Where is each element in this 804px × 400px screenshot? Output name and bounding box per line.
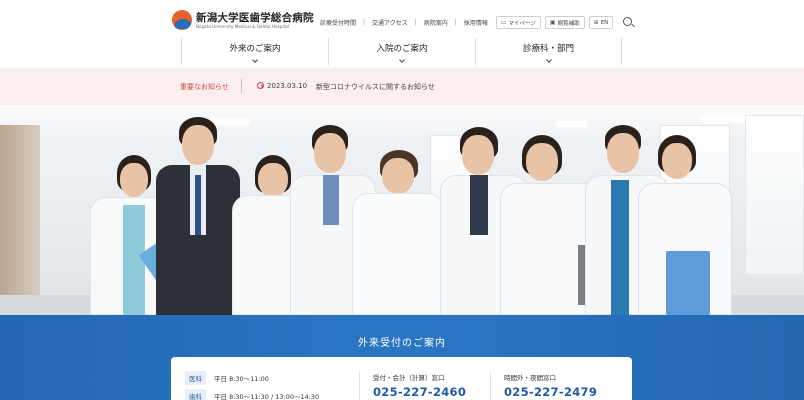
important-notice-bar: 重要なお知らせ 2023.03.10 新型コロナウイルスに関するお知らせ xyxy=(0,68,804,105)
util-link-recruit[interactable]: 採用情報 xyxy=(464,18,488,27)
logo-subtitle: Niigata University Medical & Dental Hosp… xyxy=(196,23,290,29)
night-tel[interactable]: 025-227-2479 xyxy=(504,385,597,399)
notice-divider xyxy=(241,79,242,93)
reception-label: 受付・会計（計算）窓口 xyxy=(373,374,445,382)
gnav-inpatient[interactable]: 入院のご案内 xyxy=(328,38,475,65)
section-title: 外来受付のご案内 xyxy=(358,338,446,349)
monitor-icon: ▣ xyxy=(549,19,556,26)
hospital-logo[interactable]: 新潟大学医歯学総合病院 Niigata University Medical &… xyxy=(172,10,314,30)
util-link-guide[interactable]: 病院案内 xyxy=(424,18,448,27)
gnav-label: 診療科・部門 xyxy=(522,44,574,54)
viewing-support-button[interactable]: ▣ 閲覧補助 xyxy=(544,16,585,29)
night-label: 時間外・夜間窓口 xyxy=(504,374,556,382)
language-label: EN xyxy=(600,19,609,26)
mypage-button[interactable]: ▭ マイページ xyxy=(495,16,541,29)
outpatient-reception-section: 外来受付のご案内 医科 平日 8:30～11:00 歯科 平日 8:30～11:… xyxy=(0,315,804,400)
ceiling-light xyxy=(700,115,750,121)
chevron-down-icon xyxy=(252,57,258,63)
gnav-outpatient[interactable]: 外来のご案内 xyxy=(181,38,328,65)
globe-icon: ⊕ xyxy=(593,19,599,26)
arrow-circle-icon xyxy=(257,82,264,89)
search-icon[interactable] xyxy=(623,17,632,26)
gnav-departments[interactable]: 診療科・部門 xyxy=(475,38,622,65)
staff-figure xyxy=(152,117,242,315)
card-divider xyxy=(359,371,360,400)
reception-card: 医科 平日 8:30～11:00 歯科 平日 8:30～11:30 / 13:0… xyxy=(171,357,632,400)
staff-figure xyxy=(350,150,446,315)
staff-figure xyxy=(638,135,734,315)
utility-nav: 診療受付時間 | 交通アクセス | 病院案内 | 採用情報 ▭ マイページ ▣ … xyxy=(320,16,614,29)
hero-photo xyxy=(0,105,804,315)
hours-medical: 平日 8:30～11:00 xyxy=(214,375,269,383)
reception-tel[interactable]: 025-227-2460 xyxy=(373,385,466,399)
util-separator: | xyxy=(363,19,366,26)
logo-mark-icon xyxy=(172,10,192,30)
gnav-label: 外来のご案内 xyxy=(229,44,281,54)
notice-date: 2023.03.10 xyxy=(267,82,308,90)
hero-wall xyxy=(0,125,40,315)
util-separator: | xyxy=(414,19,417,26)
notice-link[interactable]: 新型コロナウイルスに関するお知らせ xyxy=(316,82,435,92)
clipboard xyxy=(666,251,710,315)
card-divider xyxy=(490,371,491,400)
chevron-down-icon xyxy=(545,57,552,63)
dept-badge-dental: 歯科 xyxy=(185,389,206,400)
logo-title: 新潟大学医歯学総合病院 xyxy=(196,11,314,24)
folder-icon: ▭ xyxy=(500,19,507,26)
viewing-support-label: 閲覧補助 xyxy=(557,20,580,27)
site-header: 新潟大学医歯学総合病院 Niigata University Medical &… xyxy=(0,0,804,68)
util-separator: | xyxy=(454,19,457,26)
notice-label: 重要なお知らせ xyxy=(180,83,229,91)
util-link-access[interactable]: 交通アクセス xyxy=(372,18,408,27)
dept-badge-medical: 医科 xyxy=(185,371,206,385)
hero-window xyxy=(745,115,804,275)
global-nav: 外来のご案内 入院のご案内 診療科・部門 xyxy=(181,38,622,65)
language-button[interactable]: ⊕ EN xyxy=(588,16,614,29)
ceiling-light xyxy=(556,121,586,127)
mypage-label: マイページ xyxy=(508,20,536,27)
chevron-down-icon xyxy=(399,57,405,63)
util-link-hours[interactable]: 診療受付時間 xyxy=(320,18,356,27)
hours-dental: 平日 8:30～11:30 / 13:00～14:30 xyxy=(214,393,320,400)
gnav-label: 入院のご案内 xyxy=(376,44,428,54)
